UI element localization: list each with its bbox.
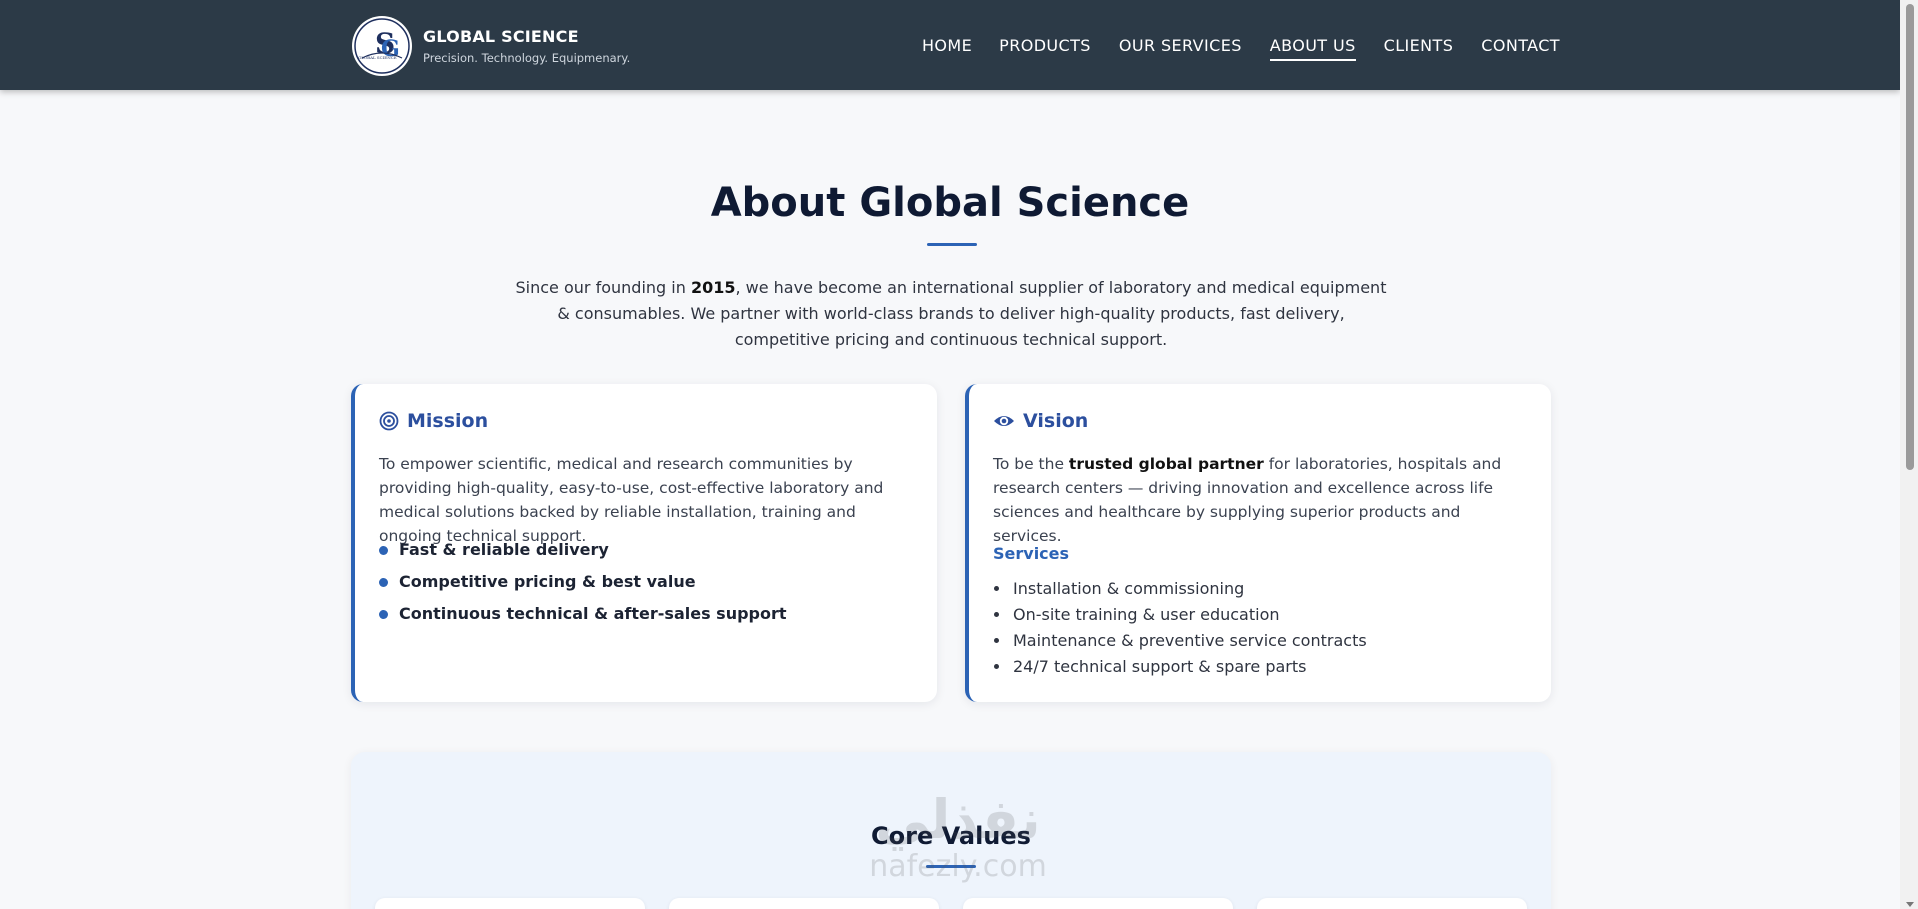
intro-text: Since our founding in 2015, we have beco…	[515, 275, 1387, 353]
value-card	[669, 898, 939, 909]
nav-clients[interactable]: CLIENTS	[1384, 36, 1454, 61]
target-icon	[379, 411, 399, 431]
mission-body: To empower scientific, medical and resea…	[379, 455, 884, 545]
vision-title: Vision	[1023, 410, 1089, 432]
vision-header: Vision	[993, 410, 1088, 432]
value-card	[963, 898, 1233, 909]
globe-logo-icon: S G	[354, 18, 410, 74]
site-header: S G GLOBAL SCIENCE GLOBAL SCIENCE Precis…	[0, 0, 1900, 90]
core-values-section: Core Values	[351, 752, 1551, 909]
list-item: On-site training & user education	[1011, 602, 1367, 628]
vision-body-bold: trusted global partner	[1068, 455, 1264, 473]
scrollbar-thumb[interactable]	[1906, 4, 1914, 470]
vision-body: To be the trusted global partner for lab…	[993, 452, 1523, 548]
page-title: About Global Science	[710, 180, 1190, 226]
list-item: Continuous technical & after-sales suppo…	[379, 604, 787, 636]
list-item: Installation & commissioning	[1011, 576, 1367, 602]
nav-home[interactable]: HOME	[922, 36, 972, 61]
list-item: Competitive pricing & best value	[379, 572, 787, 604]
logo-text: GLOBAL SCIENCE	[358, 55, 397, 60]
page-scrollbar[interactable]	[1900, 0, 1918, 909]
vision-card: Vision To be the trusted global partner …	[965, 384, 1551, 702]
list-item: Maintenance & preventive service contrac…	[1011, 628, 1367, 654]
list-item: Fast & reliable delivery	[379, 540, 787, 572]
vision-body-before: To be the	[993, 455, 1069, 473]
services-label: Services	[993, 544, 1070, 563]
core-values-underline	[926, 865, 976, 868]
eye-icon	[994, 416, 1014, 426]
value-card	[1257, 898, 1527, 909]
nav-about-us[interactable]: ABOUT US	[1269, 36, 1356, 61]
mission-header: Mission	[379, 410, 488, 432]
core-values-title: Core Values	[871, 822, 1031, 850]
title-underline	[927, 243, 977, 246]
brand-name[interactable]: GLOBAL SCIENCE	[423, 27, 579, 46]
logo[interactable]: S G GLOBAL SCIENCE	[352, 16, 412, 76]
mission-title: Mission	[407, 410, 489, 432]
services-list: Installation & commissioning On-site tra…	[1011, 576, 1367, 680]
mission-points: Fast & reliable delivery Competitive pri…	[379, 540, 787, 636]
nav-our-services[interactable]: OUR SERVICES	[1119, 36, 1242, 61]
nav-contact[interactable]: CONTACT	[1481, 36, 1560, 61]
nav-products[interactable]: PRODUCTS	[999, 36, 1091, 61]
value-card	[375, 898, 645, 909]
intro-before: Since our founding in	[515, 278, 691, 297]
main-nav: HOME PRODUCTS OUR SERVICES ABOUT US CLIE…	[922, 36, 1560, 61]
scroll-down-arrow-icon[interactable]	[1906, 902, 1914, 907]
intro-year: 2015	[690, 278, 736, 297]
mission-card: Mission To empower scientific, medical a…	[351, 384, 937, 702]
brand-tagline: Precision. Technology. Equipmenary.	[423, 51, 631, 65]
list-item: 24/7 technical support & spare parts	[1011, 654, 1367, 680]
